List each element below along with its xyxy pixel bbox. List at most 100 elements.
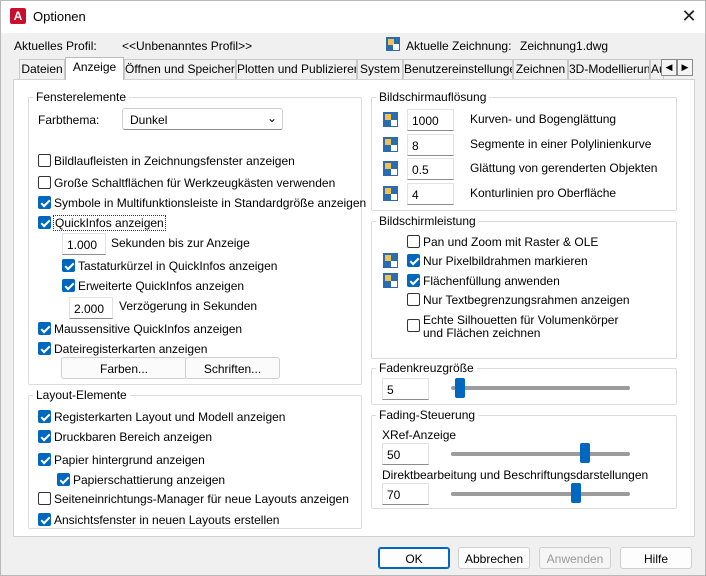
layout-tabs-checkbox[interactable] xyxy=(38,410,51,423)
group-title: Layout-Elemente xyxy=(36,388,127,402)
page-setup-manager-checkbox[interactable] xyxy=(38,492,51,505)
drawing-setting-icon xyxy=(383,112,398,127)
color-theme-select[interactable]: Dunkel ⌄ xyxy=(122,108,283,130)
drawing-label: Aktuelle Zeichnung: xyxy=(406,39,512,53)
tab-anzeige[interactable]: Anzeige xyxy=(65,57,124,80)
arc-smoothness-label: Kurven- und Bogenglättung xyxy=(470,112,617,126)
xref-fading-slider-thumb[interactable] xyxy=(580,443,591,463)
contour-lines-input[interactable]: 4 xyxy=(407,183,454,205)
apply-solid-fill-checkbox[interactable] xyxy=(407,274,420,287)
file-tabs-label: Dateiregisterkarten anzeigen xyxy=(54,342,208,356)
shortcut-keys-label: Tastaturkürzel in QuickInfos anzeigen xyxy=(78,259,278,273)
arc-smoothness-input[interactable]: 1000 xyxy=(407,109,454,131)
text-boundary-label: Nur Textbegrenzungsrahmen anzeigen xyxy=(423,293,630,307)
layout-tabs-label: Registerkarten Layout und Modell anzeige… xyxy=(54,410,286,424)
xref-fading-slider-track[interactable] xyxy=(451,452,630,456)
shortcut-keys-checkbox[interactable] xyxy=(62,259,75,272)
rollover-tooltips-checkbox[interactable] xyxy=(38,322,51,335)
tab-3d-modellierung[interactable]: 3D-Modellierung xyxy=(568,59,650,79)
profile-label: Aktuelles Profil: xyxy=(14,39,97,53)
inplace-edit-fading-slider-thumb[interactable] xyxy=(571,483,582,503)
tab-scroll-left-icon[interactable]: ◀ xyxy=(661,59,677,76)
apply-button[interactable]: Anwenden xyxy=(539,547,611,569)
xref-fading-label: XRef-Anzeige xyxy=(382,428,457,442)
polyline-segments-input[interactable]: 8 xyxy=(407,134,454,156)
group-title: Bildschirmleistung xyxy=(379,214,476,228)
autocad-logo-icon: A xyxy=(10,8,26,24)
inplace-edit-fading-label: Direktbearbeitung und Beschriftungsdarst… xyxy=(382,468,649,482)
group-title: Fensterelemente xyxy=(36,90,127,104)
inplace-edit-fading-slider-track[interactable] xyxy=(451,492,630,496)
true-silhouettes-checkbox[interactable] xyxy=(407,319,420,332)
delay-seconds-label: Verzögerung in Sekunden xyxy=(119,299,258,313)
large-buttons-checkbox[interactable] xyxy=(38,176,51,189)
options-dialog: A Optionen ✕ Aktuelles Profil: <<Unbenan… xyxy=(0,0,706,576)
printable-area-label: Druckbaren Bereich anzeigen xyxy=(54,430,213,444)
colors-button[interactable]: Farben... xyxy=(61,357,187,379)
highlight-raster-frame-checkbox[interactable] xyxy=(407,254,420,267)
rendered-smoothness-input[interactable]: 0.5 xyxy=(407,158,454,180)
tab-system[interactable]: System xyxy=(357,59,403,79)
apply-solid-fill-label: Flächenfüllung anwenden xyxy=(423,274,560,288)
color-theme-label: Farbthema: xyxy=(38,113,100,127)
scrollbars-label: Bildlaufleisten in Zeichnungsfenster anz… xyxy=(54,154,295,168)
help-button[interactable]: Hilfe xyxy=(620,547,692,569)
cancel-button[interactable]: Abbrechen xyxy=(458,547,530,569)
printable-area-checkbox[interactable] xyxy=(38,430,51,443)
drawing-setting-icon xyxy=(383,253,398,268)
ribbon-icons-checkbox[interactable] xyxy=(38,196,51,209)
drawing-setting-icon xyxy=(383,186,398,201)
drawing-setting-icon xyxy=(383,273,398,288)
xref-fading-input[interactable]: 50 xyxy=(382,443,429,465)
group-title: Fadenkreuzgröße xyxy=(379,361,474,375)
ok-button[interactable]: OK xyxy=(378,547,450,569)
drawing-icon xyxy=(386,37,400,51)
tab-zeichnen[interactable]: Zeichnen xyxy=(513,59,568,79)
paper-shadow-checkbox[interactable] xyxy=(57,473,70,486)
tooltips-checkbox[interactable] xyxy=(38,216,51,229)
chevron-down-icon: ⌄ xyxy=(267,111,278,125)
close-icon[interactable]: ✕ xyxy=(677,5,701,29)
polyline-segments-label: Segmente in einer Polylinienkurve xyxy=(470,137,652,151)
delay-seconds-input[interactable]: 2.000 xyxy=(69,297,113,319)
tab-dateien[interactable]: Dateien xyxy=(19,59,65,79)
ribbon-icons-label: Symbole in Multifunktionsleiste in Stand… xyxy=(54,196,367,210)
tab-plotten[interactable]: Plotten und Publizieren xyxy=(236,59,357,79)
inplace-edit-fading-input[interactable]: 70 xyxy=(382,483,429,505)
true-silhouettes-label-line2: und Flächen zeichnen xyxy=(423,326,541,340)
tab-scroll-right-icon[interactable]: ▶ xyxy=(677,59,693,76)
tab-bar: Dateien Anzeige Öffnen und Speichern Plo… xyxy=(13,57,693,80)
paper-background-label: Papier hintergrund anzeigen xyxy=(54,453,205,467)
tab-oeffnen-speichern[interactable]: Öffnen und Speichern xyxy=(124,59,236,79)
pan-zoom-raster-checkbox[interactable] xyxy=(407,235,420,248)
group-title: Fading-Steuerung xyxy=(379,408,476,422)
profile-value: <<Unbenanntes Profil>> xyxy=(122,39,253,53)
pan-zoom-raster-label: Pan und Zoom mit Raster & OLE xyxy=(423,235,599,249)
title-bar: A Optionen ✕ xyxy=(1,1,705,33)
true-silhouettes-label-line1: Echte Silhouetten für Volumenkörper xyxy=(423,313,619,327)
contour-lines-label: Konturlinien pro Oberfläche xyxy=(470,186,617,200)
window-title: Optionen xyxy=(33,9,86,24)
crosshair-size-slider-thumb[interactable] xyxy=(454,378,465,398)
file-tabs-checkbox[interactable] xyxy=(38,342,51,355)
create-viewport-label: Ansichtsfenster in neuen Layouts erstell… xyxy=(54,513,280,527)
tab-benutzereinstellungen[interactable]: Benutzereinstellungen xyxy=(403,59,513,79)
fonts-button[interactable]: Schriften... xyxy=(185,357,280,379)
scrollbars-checkbox[interactable] xyxy=(38,154,51,167)
extended-tooltips-label: Erweiterte QuickInfos anzeigen xyxy=(78,279,245,293)
tooltip-seconds-input[interactable]: 1.000 xyxy=(62,233,106,255)
tooltip-seconds-label: Sekunden bis zur Anzeige xyxy=(111,236,250,250)
drawing-setting-icon xyxy=(383,161,398,176)
paper-background-checkbox[interactable] xyxy=(38,453,51,466)
create-viewport-checkbox[interactable] xyxy=(38,513,51,526)
crosshair-size-slider-track[interactable] xyxy=(451,386,630,390)
large-buttons-label: Große Schaltflächen für Werkzeugkästen v… xyxy=(54,176,336,190)
crosshair-size-input[interactable]: 5 xyxy=(382,378,429,400)
group-title: Bildschirmauflösung xyxy=(379,90,487,104)
drawing-value: Zeichnung1.dwg xyxy=(520,39,609,53)
paper-shadow-label: Papierschattierung anzeigen xyxy=(73,473,226,487)
drawing-setting-icon xyxy=(383,137,398,152)
extended-tooltips-checkbox[interactable] xyxy=(62,279,75,292)
text-boundary-checkbox[interactable] xyxy=(407,293,420,306)
color-theme-value: Dunkel xyxy=(130,113,168,127)
